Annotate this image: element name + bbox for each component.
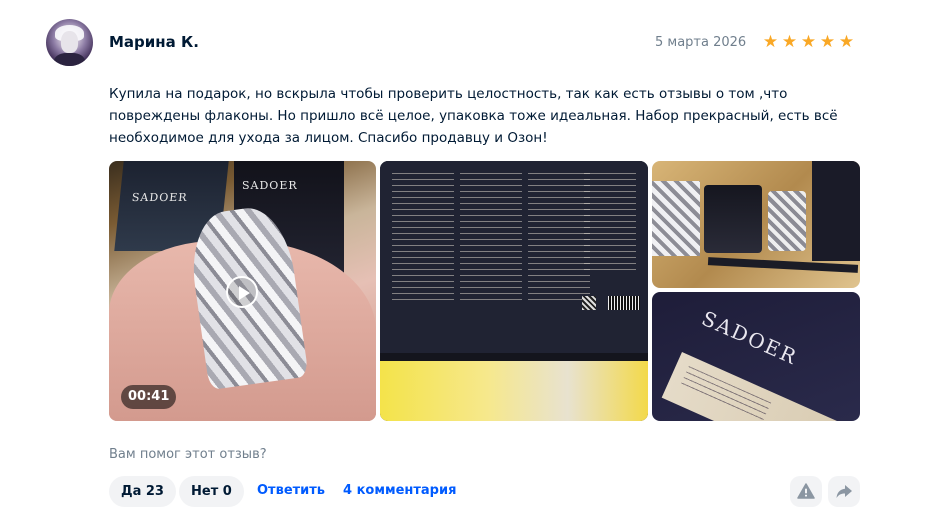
video-duration: 00:41 bbox=[121, 385, 177, 409]
avatar-body bbox=[54, 53, 85, 66]
reply-link[interactable]: Ответить bbox=[257, 483, 325, 498]
brand-logo: SADOER bbox=[698, 306, 802, 370]
box-label-band bbox=[661, 352, 860, 421]
helpful-no-button[interactable]: Нет 0 bbox=[179, 476, 244, 507]
qr-code-icon bbox=[582, 296, 596, 310]
star-icon: ★ bbox=[819, 32, 836, 52]
author-name[interactable]: Марина К. bbox=[109, 33, 199, 51]
printed-text-block bbox=[460, 173, 522, 303]
star-icon: ★ bbox=[762, 32, 779, 52]
printed-text-block bbox=[584, 173, 636, 273]
rating-stars: ★ ★ ★ ★ ★ bbox=[762, 34, 855, 51]
review-text: Купила на подарок, но вскрыла чтобы пров… bbox=[109, 86, 838, 146]
box-edge bbox=[380, 353, 648, 361]
avatar-face bbox=[61, 31, 78, 53]
brand-text: SADOER bbox=[242, 179, 298, 192]
author-avatar[interactable] bbox=[46, 19, 93, 66]
share-button[interactable] bbox=[828, 476, 860, 507]
printed-text-block bbox=[392, 173, 454, 303]
product-box bbox=[812, 161, 860, 261]
review-photo-3[interactable] bbox=[652, 161, 860, 288]
share-icon bbox=[836, 485, 852, 498]
review-date: 5 марта 2026 bbox=[655, 35, 747, 50]
star-icon: ★ bbox=[800, 32, 817, 52]
printed-text-block bbox=[528, 173, 590, 303]
brand-text: SADOER bbox=[131, 191, 189, 204]
helpful-question: Вам помог этот отзыв? bbox=[109, 447, 267, 462]
dark-bottle-image bbox=[704, 185, 762, 253]
yellow-background bbox=[380, 361, 648, 421]
comments-link[interactable]: 4 комментария bbox=[343, 483, 456, 498]
helpful-yes-button[interactable]: Да 23 bbox=[109, 476, 176, 507]
review-photo-4[interactable]: SADOER bbox=[652, 292, 860, 421]
report-button[interactable] bbox=[790, 476, 822, 507]
barcode-icon bbox=[608, 296, 640, 310]
silver-jar-image bbox=[768, 191, 806, 251]
play-icon[interactable] bbox=[226, 276, 258, 308]
review-photo-2[interactable] bbox=[380, 161, 648, 421]
star-icon: ★ bbox=[781, 32, 798, 52]
warning-icon bbox=[797, 483, 815, 499]
silver-jar-image bbox=[652, 181, 700, 256]
star-icon: ★ bbox=[838, 32, 855, 52]
